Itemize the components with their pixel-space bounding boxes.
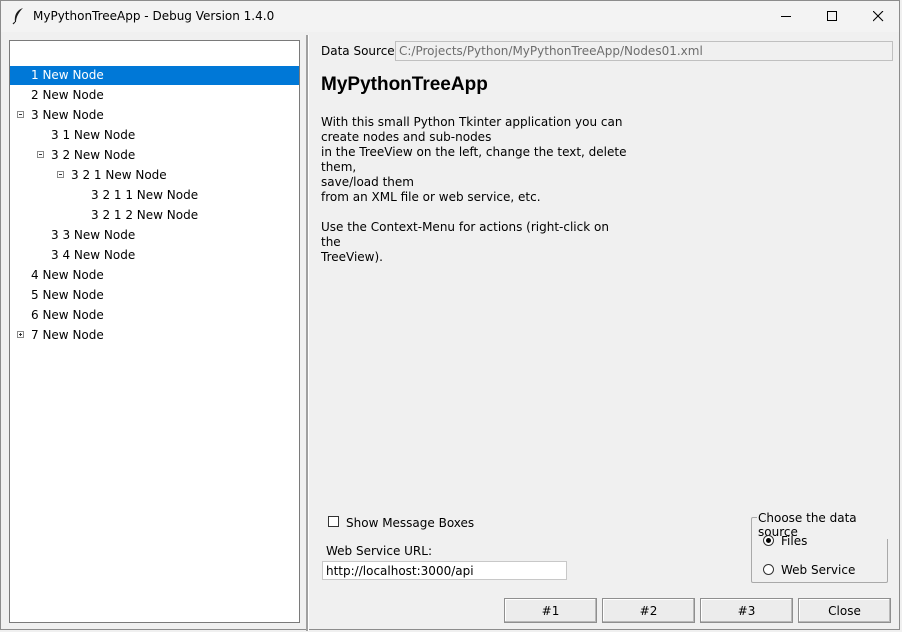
tree-node-label: 3 New Node: [31, 108, 104, 122]
tree-node[interactable]: 3 New Node: [10, 106, 299, 125]
web-service-url-input[interactable]: [322, 561, 567, 580]
tree-node[interactable]: 2 New Node: [10, 86, 299, 105]
button-3[interactable]: #3: [700, 598, 793, 623]
close-window-button[interactable]: [855, 1, 901, 32]
web-service-url-label: Web Service URL:: [326, 544, 432, 558]
tree-node[interactable]: 1 New Node: [10, 66, 299, 85]
tree-node-label: 2 New Node: [31, 88, 104, 102]
expand-icon[interactable]: [17, 331, 24, 338]
maximize-icon: [826, 11, 837, 21]
tree-node[interactable]: 3 2 1 New Node: [10, 166, 299, 185]
web-service-radio-label[interactable]: Web Service: [781, 563, 855, 577]
files-radio[interactable]: [763, 535, 774, 546]
pane-splitter[interactable]: [306, 35, 309, 631]
tree-node-label: 6 New Node: [31, 308, 104, 322]
tree-node-label: 7 New Node: [31, 328, 104, 342]
tree-node-label: 3 2 1 2 New Node: [91, 208, 199, 222]
tree-node-label: 4 New Node: [31, 268, 104, 282]
data-source-group-title: Choose the data source: [757, 511, 899, 539]
minimize-button[interactable]: [763, 1, 809, 32]
page-title: MyPythonTreeApp: [321, 74, 488, 95]
tree-node-label: 5 New Node: [31, 288, 104, 302]
tree-node[interactable]: 3 3 New Node: [10, 226, 299, 245]
tree-node[interactable]: 3 4 New Node: [10, 246, 299, 265]
data-source-label: Data Source:: [321, 44, 399, 58]
tree-node-label: 3 2 1 1 New Node: [91, 188, 199, 202]
web-service-radio[interactable]: [763, 564, 774, 575]
show-message-boxes-label[interactable]: Show Message Boxes: [346, 516, 474, 530]
tree-node-label: 3 2 New Node: [51, 148, 136, 162]
maximize-button[interactable]: [809, 1, 855, 32]
description-text: With this small Python Tkinter applicati…: [321, 115, 627, 264]
data-source-field: C:/Projects/Python/MyPythonTreeApp/Nodes…: [395, 41, 893, 61]
close-icon: [872, 11, 883, 22]
window-title: MyPythonTreeApp - Debug Version 1.4.0: [33, 9, 275, 23]
app-window: MyPythonTreeApp - Debug Version 1.4.0 1 …: [0, 0, 900, 631]
collapse-icon[interactable]: [37, 151, 44, 158]
tree-node-label: 1 New Node: [31, 68, 104, 82]
tree-node-label: 3 3 New Node: [51, 228, 136, 242]
files-radio-label[interactable]: Files: [781, 534, 807, 548]
button-2[interactable]: #2: [602, 598, 695, 623]
tree-node[interactable]: 4 New Node: [10, 266, 299, 285]
tree-node[interactable]: 3 2 New Node: [10, 146, 299, 165]
tree-node[interactable]: 5 New Node: [10, 286, 299, 305]
tree-node[interactable]: 6 New Node: [10, 306, 299, 325]
collapse-icon[interactable]: [57, 171, 64, 178]
feather-icon: [12, 8, 23, 25]
tree-node[interactable]: 7 New Node: [10, 326, 299, 345]
title-bar: MyPythonTreeApp - Debug Version 1.4.0: [1, 1, 899, 32]
minimize-icon: [780, 16, 791, 17]
tree-node[interactable]: 3 1 New Node: [10, 126, 299, 145]
button-1[interactable]: #1: [504, 598, 597, 623]
tree-view[interactable]: 1 New Node 2 New Node 3 New Node 3 1 New…: [9, 40, 300, 623]
tree-node-label: 3 1 New Node: [51, 128, 136, 142]
show-message-boxes-checkbox[interactable]: [328, 516, 339, 527]
tree-node-label: 3 2 1 New Node: [71, 168, 167, 182]
tree-node[interactable]: 3 2 1 1 New Node: [10, 186, 299, 205]
collapse-icon[interactable]: [17, 111, 24, 118]
close-button[interactable]: Close: [798, 598, 891, 623]
tree-node-label: 3 4 New Node: [51, 248, 136, 262]
tree-node[interactable]: 3 2 1 2 New Node: [10, 206, 299, 225]
radio-selected-icon: [766, 538, 771, 543]
